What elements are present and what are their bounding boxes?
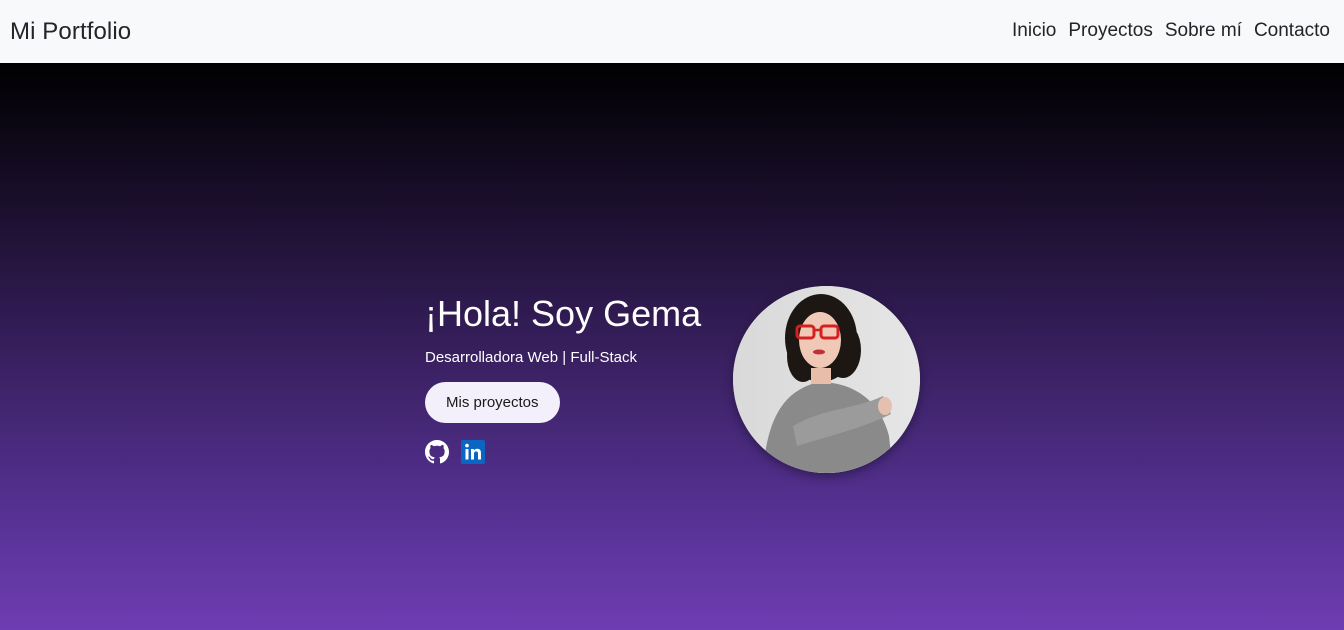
linkedin-icon xyxy=(461,440,485,464)
navbar: Mi Portfolio Inicio Proyectos Sobre mí C… xyxy=(0,0,1344,63)
nav-link-inicio[interactable]: Inicio xyxy=(1012,20,1056,42)
projects-button[interactable]: Mis proyectos xyxy=(425,382,560,423)
profile-photo xyxy=(733,286,920,473)
social-links xyxy=(425,440,725,464)
hero-text: ¡Hola! Soy Gema Desarrolladora Web | Ful… xyxy=(425,292,725,464)
nav-link-sobre-mi[interactable]: Sobre mí xyxy=(1165,20,1242,42)
github-icon xyxy=(425,440,449,464)
linkedin-link[interactable] xyxy=(461,440,485,464)
nav-links: Inicio Proyectos Sobre mí Contacto xyxy=(1012,20,1330,43)
hero-section: ¡Hola! Soy Gema Desarrolladora Web | Ful… xyxy=(0,63,1344,630)
hero-title: ¡Hola! Soy Gema xyxy=(425,293,702,334)
nav-link-contacto[interactable]: Contacto xyxy=(1254,20,1330,42)
nav-link-proyectos[interactable]: Proyectos xyxy=(1068,20,1152,42)
github-link[interactable] xyxy=(425,440,449,464)
brand-link[interactable]: Mi Portfolio xyxy=(10,18,131,46)
hero-subtitle: Desarrolladora Web | Full-Stack xyxy=(425,349,638,366)
profile-photo-image xyxy=(733,286,920,473)
